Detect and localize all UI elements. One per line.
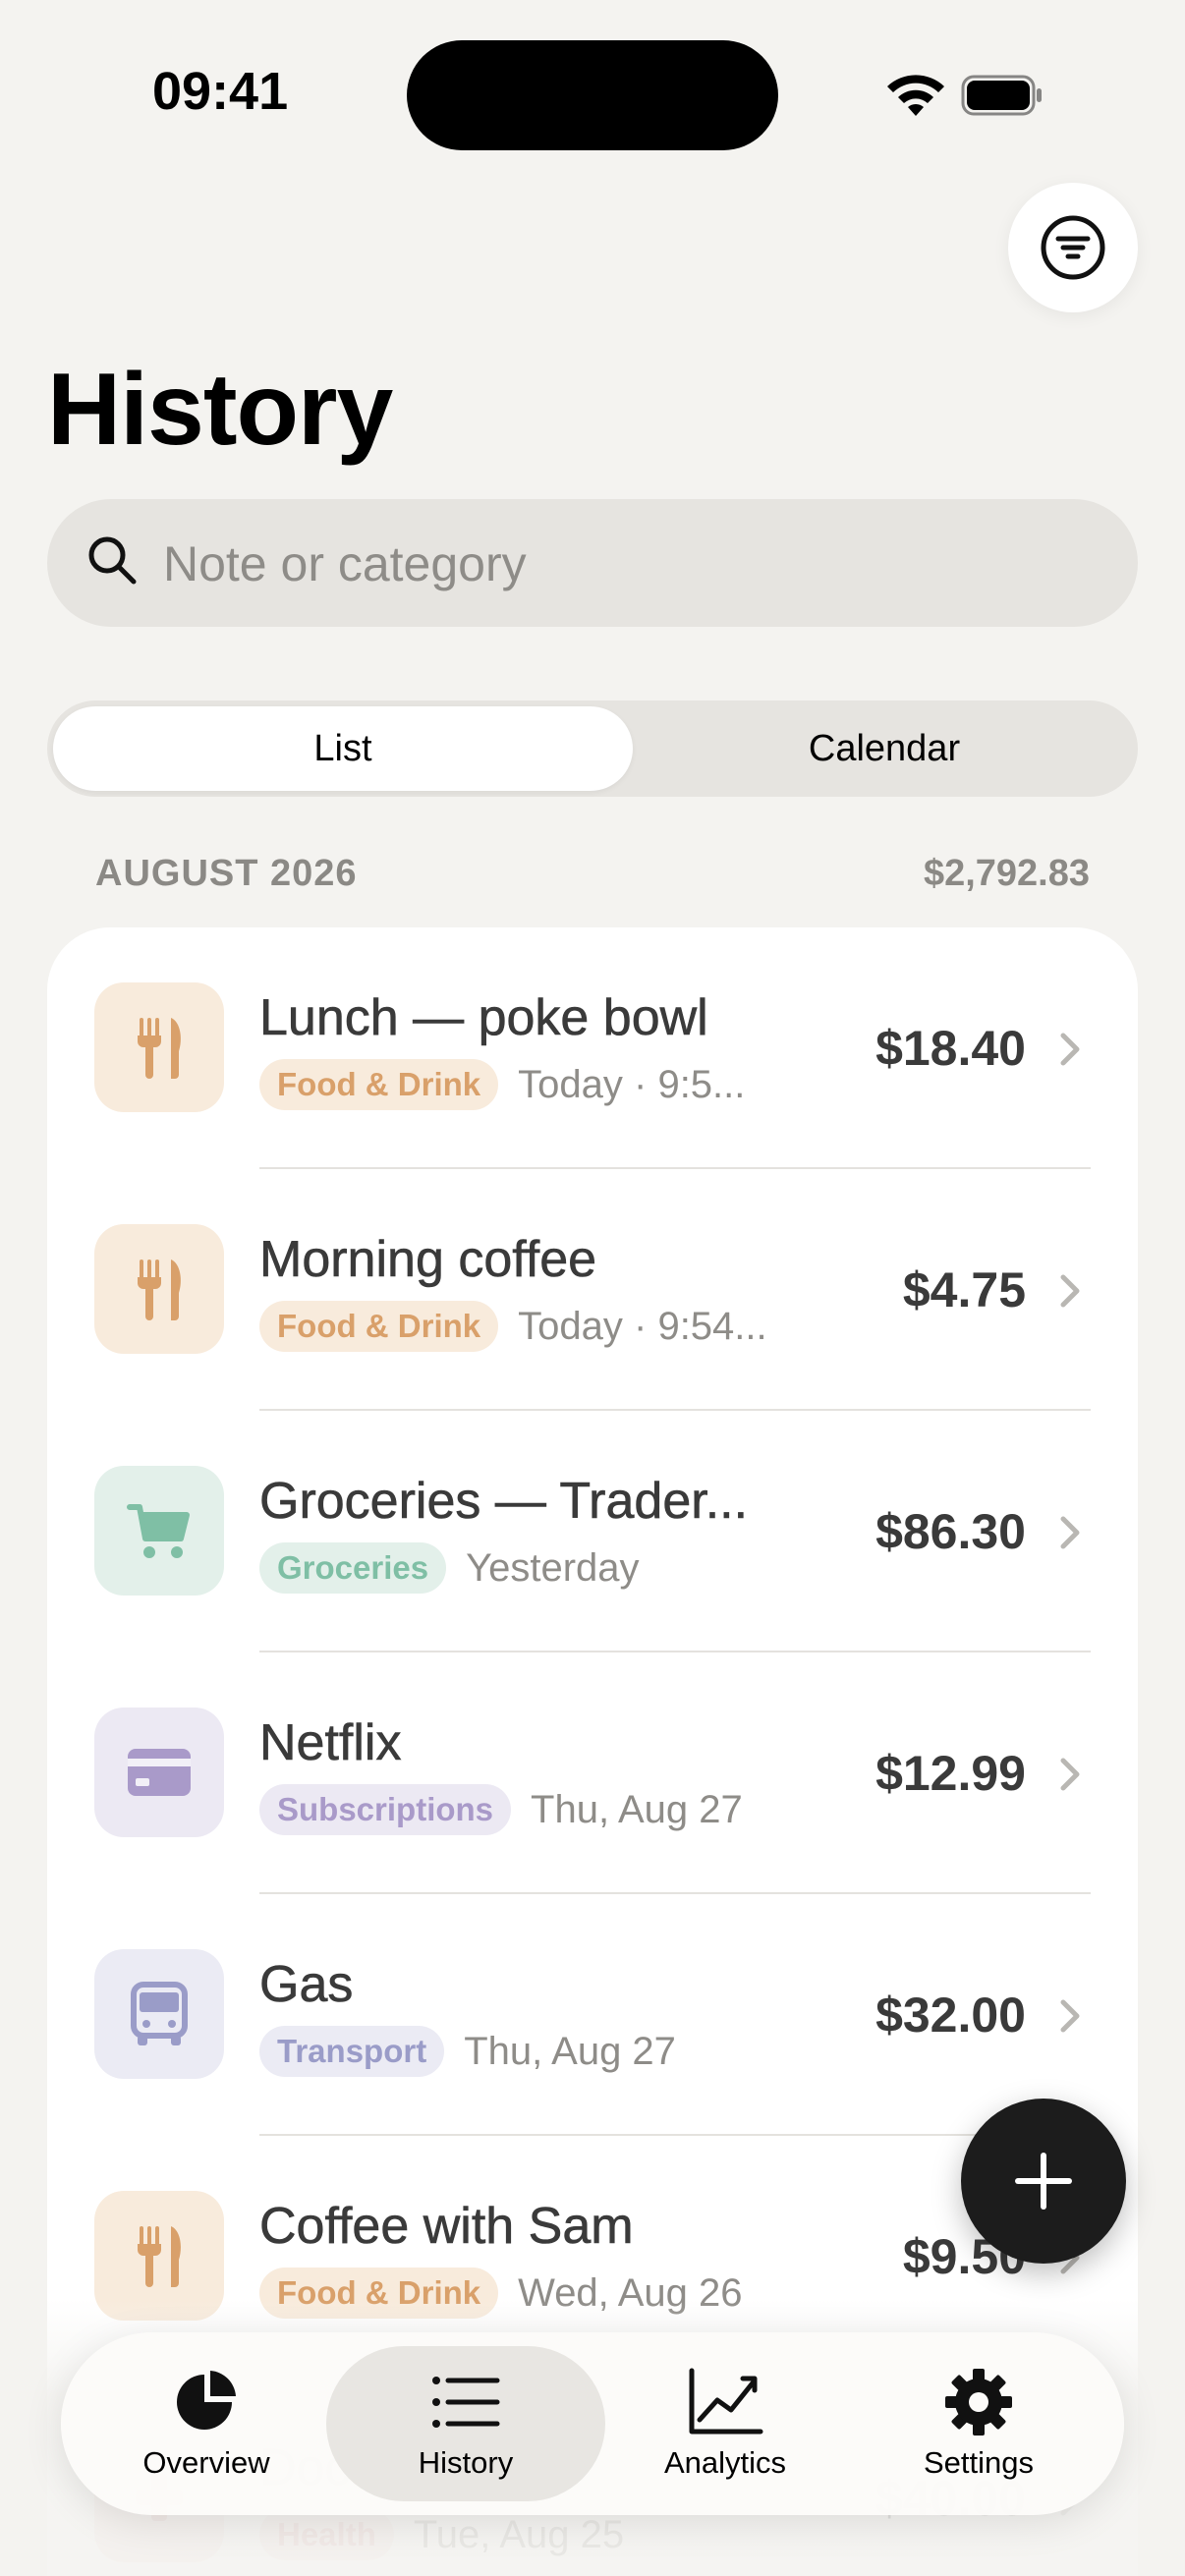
line-chart-icon: [689, 2368, 763, 2435]
search-icon: [88, 536, 137, 585]
category-icon-tile: [94, 982, 224, 1112]
fork-knife-icon: [128, 1012, 191, 1083]
transaction-title: Lunch — poke bowl: [259, 989, 708, 1047]
section-total: $2,792.83: [923, 853, 1090, 894]
transaction-row[interactable]: Gas Transport Thu, Aug 27 $32.00: [47, 1894, 1138, 2136]
plus-icon: [1015, 2153, 1072, 2210]
fork-knife-icon: [128, 1254, 191, 1324]
transaction-amount: $18.40: [875, 1021, 1026, 1076]
transaction-subtitle: Groceries Yesterday: [259, 1540, 640, 1596]
transaction-meta: Today · 9:5...: [518, 1062, 746, 1106]
chevron-right-icon: [1060, 1758, 1080, 1791]
credit-card-icon: [126, 1747, 193, 1798]
transaction-meta: Today · 9:54...: [518, 1304, 767, 1348]
transaction-amount: $32.00: [875, 1988, 1026, 2043]
gear-icon: [945, 2369, 1012, 2436]
transaction-title: Coffee with Sam: [259, 2198, 634, 2256]
category-chip: Subscriptions: [259, 1784, 512, 1835]
chevron-right-icon: [1060, 1033, 1080, 1066]
tab-list-view[interactable]: List: [53, 706, 633, 791]
tab-label: History: [418, 2445, 514, 2480]
tab-label: Analytics: [663, 2445, 787, 2480]
category-chip: Groceries: [259, 1542, 447, 1594]
status-time: 09:41: [152, 62, 289, 121]
status-bar: 09:41: [0, 0, 1185, 150]
transaction-subtitle: Food & Drink Today · 9:54...: [259, 1299, 767, 1354]
transaction-row[interactable]: Morning coffee Food & Drink Today · 9:54…: [47, 1169, 1138, 1411]
tab-history[interactable]: History: [326, 2346, 605, 2501]
category-icon-tile: [94, 1224, 224, 1354]
transaction-row[interactable]: Lunch — poke bowl Food & Drink Today · 9…: [47, 927, 1138, 1169]
transaction-meta: Yesterday: [466, 1545, 640, 1590]
filter-icon: [1041, 215, 1105, 280]
tab-settings[interactable]: Settings: [851, 2346, 1106, 2501]
dynamic-island: [407, 40, 778, 150]
transaction-meta: Thu, Aug 27: [531, 1787, 743, 1831]
list-icon: [432, 2377, 500, 2428]
battery-icon: [961, 75, 1042, 116]
transaction-row[interactable]: Netflix Subscriptions Thu, Aug 27 $12.99: [47, 1652, 1138, 1894]
transaction-subtitle: Food & Drink Today · 9:5...: [259, 1057, 745, 1112]
add-transaction-button[interactable]: [961, 2099, 1126, 2264]
wifi-icon: [887, 75, 944, 116]
bus-icon: [130, 1981, 189, 2047]
category-icon-tile: [94, 1466, 224, 1596]
transaction-amount: $86.30: [875, 1504, 1026, 1559]
tab-overview[interactable]: Overview: [79, 2346, 334, 2501]
search-input[interactable]: [163, 527, 1106, 601]
category-icon-tile: [94, 1949, 224, 2079]
tab-bar: Overview History Analytics Settings: [61, 2332, 1124, 2515]
cart-icon: [126, 1499, 193, 1562]
transaction-amount: $4.75: [902, 1262, 1026, 1317]
page-title: History: [47, 353, 393, 467]
transaction-row[interactable]: Groceries — Trader... Groceries Yesterda…: [47, 1411, 1138, 1652]
tab-analytics[interactable]: Analytics: [597, 2346, 853, 2501]
chevron-right-icon: [1060, 1274, 1080, 1308]
transaction-title: Gas: [259, 1956, 354, 2014]
tab-calendar-view[interactable]: Calendar: [637, 706, 1132, 791]
category-chip: Transport: [259, 2026, 445, 2077]
category-chip: Food & Drink: [259, 1301, 499, 1352]
category-icon-tile: [94, 1708, 224, 1837]
chevron-right-icon: [1060, 1999, 1080, 2033]
transaction-subtitle: Subscriptions Thu, Aug 27: [259, 1782, 743, 1837]
section-month: AUGUST 2026: [95, 853, 358, 894]
filter-button[interactable]: [1008, 183, 1138, 312]
view-toggle: List Calendar: [47, 700, 1138, 797]
pie-chart-icon: [177, 2371, 236, 2430]
transaction-title: Netflix: [259, 1714, 402, 1772]
transaction-subtitle: Transport Thu, Aug 27: [259, 2024, 676, 2079]
category-chip: Food & Drink: [259, 1059, 499, 1110]
tab-label: Settings: [923, 2445, 1034, 2480]
transaction-amount: $12.99: [875, 1746, 1026, 1801]
tab-label: Overview: [142, 2445, 270, 2480]
transaction-title: Morning coffee: [259, 1231, 597, 1289]
transaction-meta: Thu, Aug 27: [464, 2029, 676, 2073]
chevron-right-icon: [1060, 1516, 1080, 1549]
fork-knife-icon: [128, 2220, 191, 2291]
transaction-title: Groceries — Trader...: [259, 1473, 749, 1531]
